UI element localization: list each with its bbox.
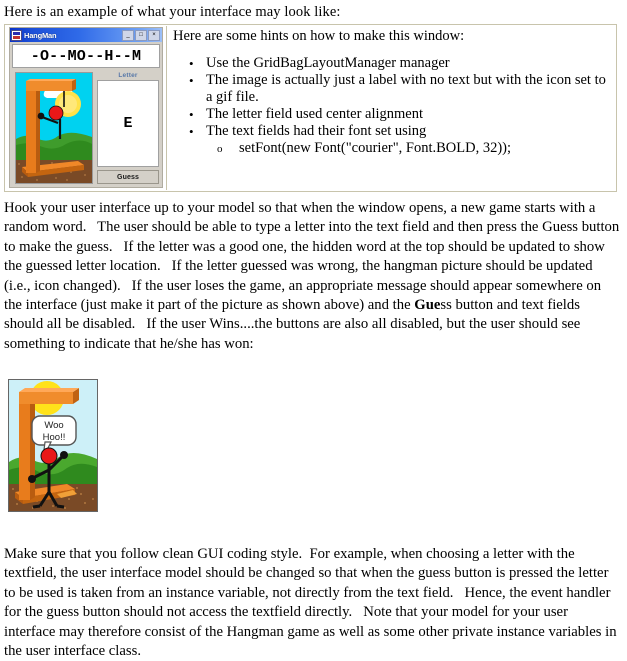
body-paragraph-3: Make sure that you follow clean GUI codi… (4, 546, 621, 660)
circle-bullet-icon: o (217, 143, 223, 155)
hint-sub-item-label: setFont(new Font("courier", Font.BOLD, 3… (239, 140, 512, 156)
intro-line: Here is an example of what your interfac… (4, 4, 341, 20)
guess-bold-1: Gue (414, 297, 441, 314)
letter-label: Letter (118, 72, 138, 79)
hangman-app-window: HangMan _ □ × -O--MO--H--M Letter E Gues… (9, 27, 163, 188)
hint-item-label: The text fields had their font set using (206, 123, 427, 139)
hangman-win-image: Woo Hoo!! (8, 379, 98, 512)
hints-list: • Use the GridBagLayoutManager manager •… (173, 55, 609, 157)
hint-item: • Use the GridBagLayoutManager manager (173, 55, 609, 72)
hint-item: • The image is actually just a label wit… (173, 72, 609, 106)
window-titlebar: HangMan _ □ × (10, 28, 162, 42)
hint-item-label: Use the GridBagLayoutManager manager (206, 55, 450, 71)
example-box-left-cell: HangMan _ □ × -O--MO--H--M Letter E Gues… (6, 26, 167, 190)
hints-sub-list: o setFont(new Font("courier", Font.BOLD,… (206, 140, 609, 157)
letter-input-field[interactable]: E (97, 80, 159, 167)
example-box-right-cell: Here are some hints on how to make this … (167, 26, 615, 190)
bullet-icon: • (189, 73, 194, 88)
word-display-field[interactable]: -O--MO--H--M (12, 44, 160, 68)
maximize-button[interactable]: □ (135, 29, 147, 41)
hint-sub-item: o setFont(new Font("courier", Font.BOLD,… (206, 140, 609, 157)
app-icon (11, 29, 22, 41)
minimize-button[interactable]: _ (122, 29, 134, 41)
window-title: HangMan (24, 30, 57, 40)
svg-text:Woo: Woo (44, 420, 63, 431)
hint-item-label: The image is actually just a label with … (206, 72, 606, 105)
window-controls: _ □ × (122, 29, 161, 41)
hint-item: • The text fields had their font set usi… (173, 123, 609, 157)
body-paragraph-1: Hook your user interface up to your mode… (4, 199, 622, 354)
close-button[interactable]: × (148, 29, 160, 41)
guess-button[interactable]: Guess (97, 170, 159, 184)
letter-input-column: Letter E Guess (97, 72, 159, 184)
window-body: Letter E Guess (10, 68, 162, 187)
guess-bold-2: ss (440, 297, 452, 314)
hint-item: • The letter field used center alignment (173, 106, 609, 123)
hint-item-label: The letter field used center alignment (206, 106, 424, 122)
bullet-icon: • (189, 56, 194, 71)
hints-title: Here are some hints on how to make this … (173, 28, 465, 44)
hangman-image-small (15, 72, 93, 184)
example-box: HangMan _ □ × -O--MO--H--M Letter E Gues… (4, 24, 617, 192)
bullet-icon: • (189, 124, 194, 139)
svg-text:Hoo!!: Hoo!! (43, 432, 66, 443)
bullet-icon: • (189, 107, 194, 122)
document-page: Here is an example of what your interfac… (0, 0, 627, 660)
